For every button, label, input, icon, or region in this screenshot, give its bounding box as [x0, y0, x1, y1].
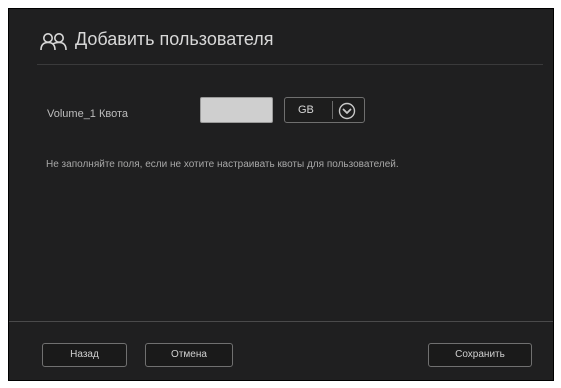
dialog-title: Добавить пользователя [75, 29, 274, 49]
dialog-header: Добавить пользователя [9, 9, 553, 66]
back-button[interactable]: Назад [42, 343, 127, 367]
quota-unit-value: GB [298, 104, 314, 116]
quota-input[interactable] [200, 97, 273, 123]
quota-hint-text: Не заполняйте поля, если не хотите настр… [46, 159, 399, 170]
quota-unit-select[interactable]: GB [284, 97, 365, 123]
footer-divider [9, 321, 553, 322]
header-divider [37, 64, 543, 65]
quota-label: Volume_1 Квота [47, 108, 129, 120]
users-icon [40, 33, 67, 51]
cancel-button[interactable]: Отмена [145, 343, 233, 367]
chevron-down-circle-icon[interactable] [338, 102, 356, 120]
save-button[interactable]: Сохранить [428, 343, 532, 367]
unit-select-divider [332, 101, 333, 119]
add-user-dialog: Добавить пользователя Volume_1 Квота GB … [8, 8, 554, 381]
